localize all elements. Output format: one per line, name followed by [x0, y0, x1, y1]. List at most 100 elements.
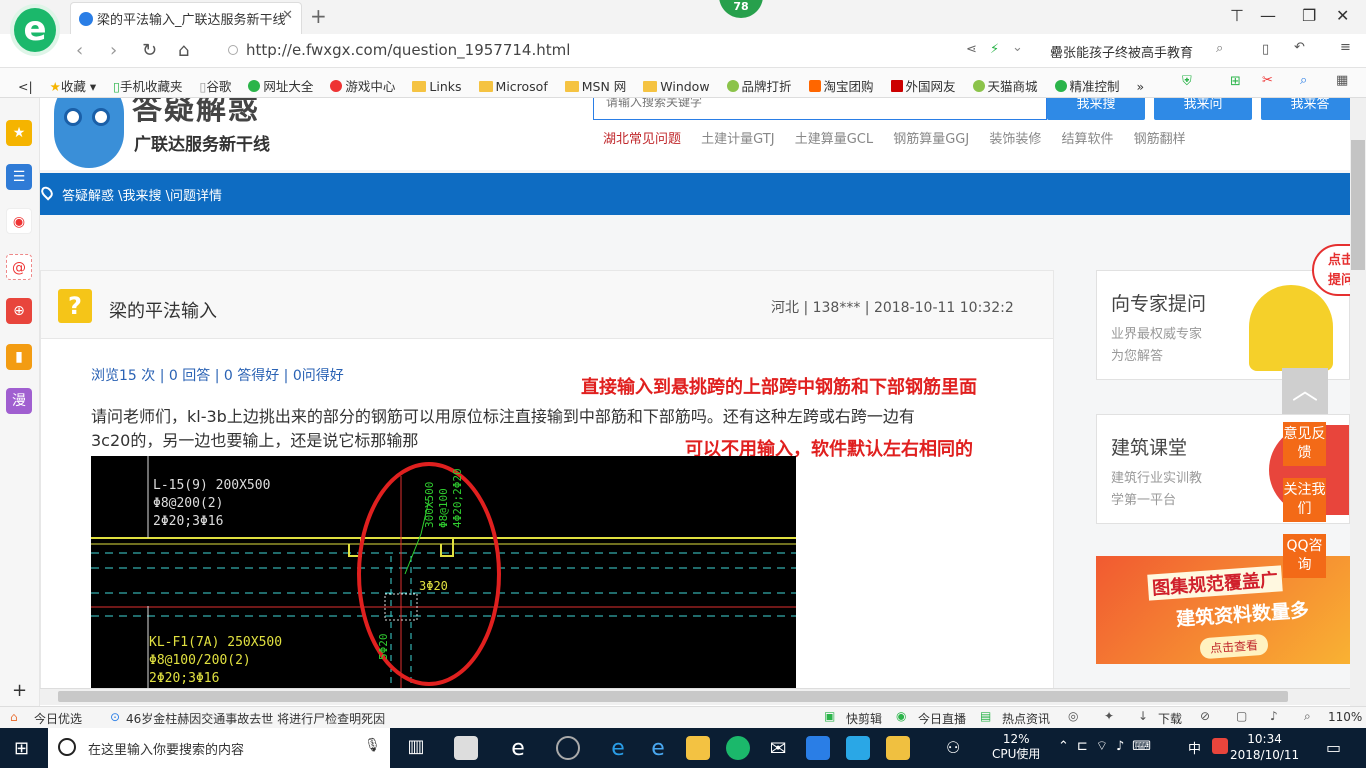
bookmark-mobile[interactable]: ▯手机收藏夹: [113, 79, 182, 94]
status-news-link[interactable]: 46岁金柱赫因交通事故去世 将进行尸检查明死因: [126, 710, 385, 727]
browser-logo-icon[interactable]: e: [10, 4, 60, 56]
shield-icon[interactable]: ⛨: [1182, 74, 1192, 89]
category-hubei[interactable]: 湖北常见问题: [603, 132, 681, 147]
360-browser-icon[interactable]: [726, 736, 750, 760]
minimize-button[interactable]: —: [1260, 6, 1276, 25]
browser-icon[interactable]: ⊘: [1200, 709, 1210, 723]
bookmark-tmall[interactable]: 天猫商城: [972, 79, 1038, 94]
app-plus-icon[interactable]: [846, 736, 870, 760]
vertical-scroll-thumb[interactable]: [1351, 140, 1365, 270]
search-input[interactable]: 请输入搜索关键字: [593, 98, 1047, 120]
maximize-button[interactable]: ❐: [1302, 6, 1316, 25]
taskbar-search-input[interactable]: 在这里输入你要搜索的内容 🎙: [48, 728, 390, 768]
back-icon[interactable]: ‹: [76, 40, 83, 61]
comic-icon[interactable]: 漫: [6, 388, 32, 414]
windows-start-icon[interactable]: ⊞: [14, 738, 29, 759]
bookmark-windows[interactable]: Window: [643, 79, 710, 94]
app-spiral-icon[interactable]: [556, 736, 580, 760]
search-bar-icon[interactable]: ⌕: [1300, 73, 1307, 88]
tray-icons[interactable]: ⌃⊏⌔♪⌨: [1058, 738, 1159, 754]
address-news-link[interactable]: 罍张能孩子终被高手教育: [1050, 42, 1193, 61]
browser-e-icon[interactable]: e: [506, 736, 530, 761]
sidebar-toggle-icon[interactable]: <|: [18, 79, 33, 94]
status-live[interactable]: 今日直播: [918, 710, 966, 727]
sogou-icon[interactable]: [1212, 738, 1228, 754]
answer-button[interactable]: 我来答: [1261, 98, 1350, 120]
clock[interactable]: 10:34 2018/10/11: [1230, 731, 1299, 763]
category-rebar[interactable]: 钢筋翻样: [1134, 132, 1186, 147]
bookmark-foreign[interactable]: 外国网友: [890, 79, 956, 94]
status-download[interactable]: 下载: [1158, 710, 1182, 727]
forward-icon[interactable]: ›: [110, 40, 117, 61]
cad-screenshot[interactable]: L-15(9) 200X500 Φ8@200(2) 2Φ20;3Φ16 KL-F…: [91, 456, 796, 688]
shirt-icon[interactable]: ⊤: [1230, 6, 1244, 25]
close-window-button[interactable]: ✕: [1336, 6, 1349, 25]
category-decoration[interactable]: 装饰装修: [989, 132, 1041, 147]
task-view-icon[interactable]: ▥: [404, 736, 428, 760]
book-icon[interactable]: ▮: [6, 344, 32, 370]
window-icon[interactable]: ▢: [1236, 709, 1247, 723]
bookmark-hao[interactable]: 网址大全: [248, 79, 313, 94]
follow-button[interactable]: 关注我们: [1283, 478, 1326, 522]
mobile-icon[interactable]: ▯: [1262, 42, 1269, 57]
news-icon[interactable]: ☰: [6, 164, 32, 190]
bookmark-games[interactable]: 游戏中心: [330, 79, 395, 94]
star-icon[interactable]: ★: [6, 120, 32, 146]
ask-button[interactable]: 我来问: [1154, 98, 1252, 120]
breadcrumb-text[interactable]: 答疑解惑 \我来搜 \问题详情: [62, 189, 222, 204]
status-hot-news[interactable]: 热点资讯: [1002, 710, 1050, 727]
category-ggj[interactable]: 钢筋算量GGJ: [893, 132, 969, 147]
add-sidebar-icon[interactable]: +: [12, 680, 27, 701]
status-today-pick[interactable]: 今日优选: [34, 710, 82, 727]
bookmark-msn[interactable]: MSN 网: [564, 79, 626, 94]
explorer-icon[interactable]: [686, 736, 710, 760]
qq-button[interactable]: QQ咨询: [1283, 534, 1326, 578]
chevron-down-icon[interactable]: ⌄: [1012, 40, 1023, 55]
share-icon[interactable]: ⋖: [966, 42, 977, 57]
undo-icon[interactable]: ↶: [1294, 40, 1305, 55]
people-icon[interactable]: ⚇: [946, 738, 960, 757]
tab-active[interactable]: 梁的平法输入_广联达服务新干线 ✕: [70, 2, 302, 34]
bookmark-microsoft[interactable]: Microsof: [478, 79, 548, 94]
game-icon[interactable]: ⊕: [6, 298, 32, 324]
bookmark-brand[interactable]: 品牌打折: [726, 79, 792, 94]
feedback-button[interactable]: 意见反馈: [1283, 422, 1326, 466]
mail-icon[interactable]: @: [6, 254, 32, 280]
pin-icon[interactable]: ✦: [1104, 709, 1114, 723]
weibo-icon[interactable]: ◉: [6, 208, 32, 234]
search-button[interactable]: 我来搜: [1047, 98, 1145, 120]
bookmark-google[interactable]: ▯谷歌: [200, 79, 232, 94]
flash-icon[interactable]: ⚡: [990, 42, 999, 57]
home-icon[interactable]: ⌂: [178, 40, 189, 61]
banner-button[interactable]: 点击查看: [1199, 633, 1269, 660]
grid-icon[interactable]: ▦: [1336, 73, 1348, 88]
menu-icon[interactable]: ≡: [1340, 40, 1351, 55]
add-icon[interactable]: ⊞: [1230, 74, 1241, 89]
mic-icon[interactable]: 🎙: [364, 738, 381, 753]
app-g-icon[interactable]: [806, 736, 830, 760]
horizontal-scroll-thumb[interactable]: [58, 691, 1288, 702]
speed-icon[interactable]: ◎: [1068, 709, 1078, 723]
ime-indicator[interactable]: 中: [1188, 738, 1201, 757]
bookmark-favorites[interactable]: ★收藏 ▾: [50, 79, 96, 94]
search-icon[interactable]: ⌕: [1216, 41, 1223, 56]
category-gtj[interactable]: 土建计量GTJ: [701, 132, 774, 147]
volume-icon[interactable]: ♪: [1270, 709, 1278, 723]
ie-taskbar-icon[interactable]: e: [646, 736, 670, 761]
notification-icon[interactable]: ▭: [1326, 738, 1341, 757]
cpu-monitor[interactable]: 12% CPU使用: [992, 732, 1040, 762]
zoom-level[interactable]: 110%: [1328, 710, 1362, 724]
mail-taskbar-icon[interactable]: ✉: [766, 736, 790, 760]
back-to-top-button[interactable]: ︿: [1282, 368, 1328, 414]
url-field[interactable]: http://e.fwxgx.com/question_1957714.html: [228, 41, 570, 59]
bookmark-precise[interactable]: 精准控制: [1054, 79, 1120, 94]
scissors-icon[interactable]: ✂: [1262, 73, 1273, 88]
more-bookmarks-icon[interactable]: »: [1137, 79, 1145, 94]
tab-close-icon[interactable]: ✕: [282, 8, 293, 23]
category-settlement[interactable]: 结算软件: [1062, 132, 1114, 147]
status-clip[interactable]: 快剪辑: [846, 710, 882, 727]
edge-icon[interactable]: e: [606, 736, 630, 761]
zoom-icon[interactable]: ⌕: [1304, 709, 1311, 724]
bookmark-taobao[interactable]: 淘宝团购: [808, 79, 874, 94]
notes-icon[interactable]: [886, 736, 910, 760]
